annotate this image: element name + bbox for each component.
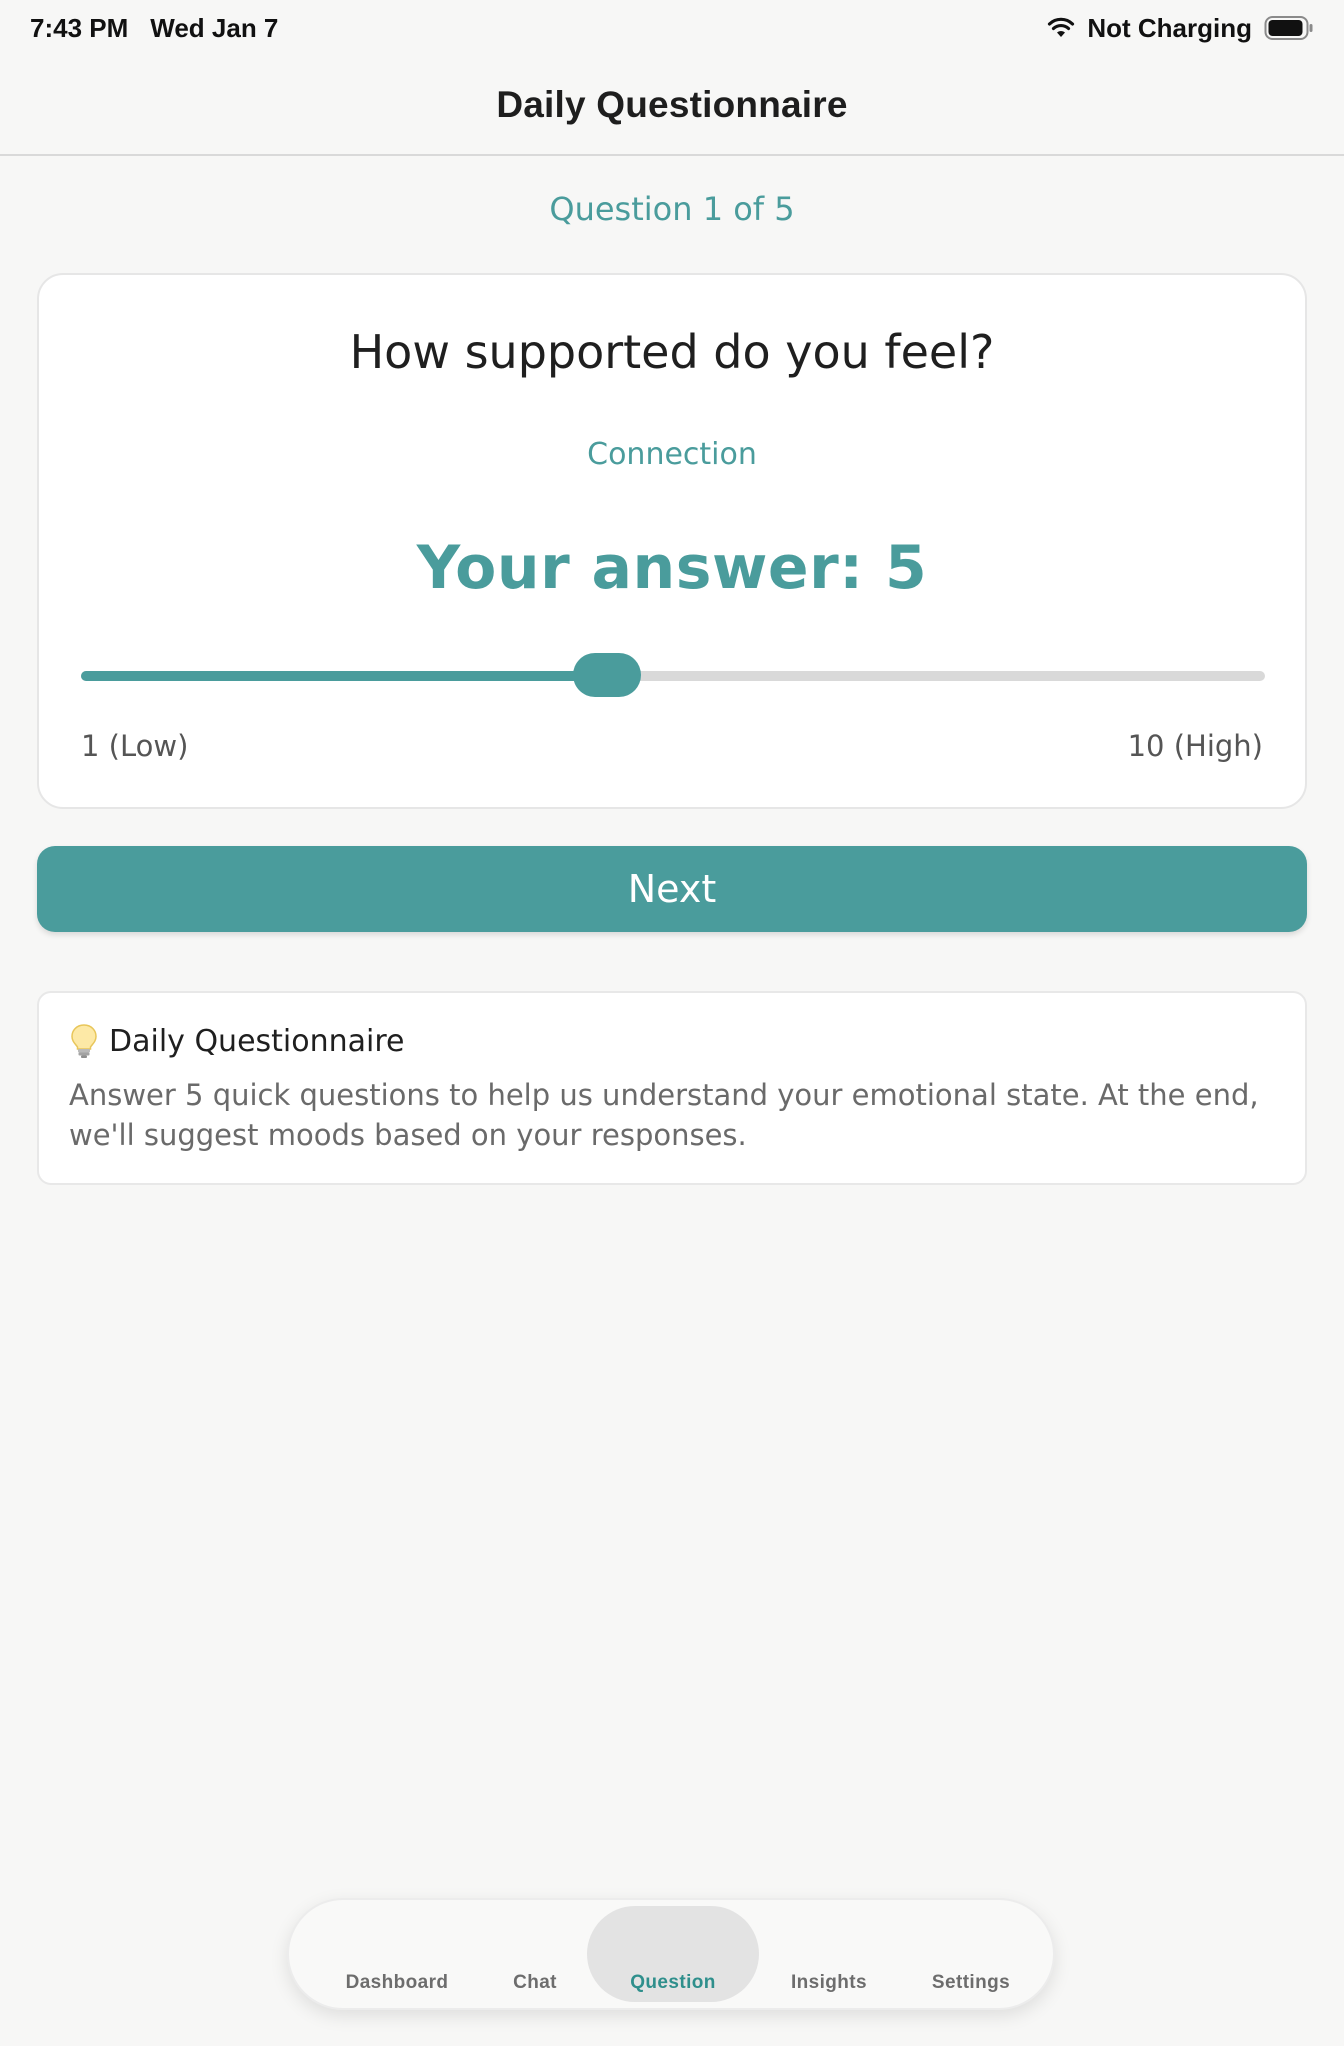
question-category: Connection: [587, 437, 757, 472]
tab-dashboard[interactable]: Dashboard: [309, 1900, 485, 2012]
wifi-icon: [1047, 17, 1075, 39]
bottom-tab-bar: Dashboard Chat Question Insights Setting…: [287, 1898, 1055, 2010]
tab-insights[interactable]: Insights: [759, 1900, 899, 2012]
slider-fill: [81, 671, 608, 681]
next-button[interactable]: Next: [37, 846, 1307, 932]
question-progress: Question 1 of 5: [549, 190, 795, 228]
info-title: Daily Questionnaire: [109, 1023, 405, 1059]
status-bar: 7:43 PM Wed Jan 7 Not Charging: [0, 0, 1344, 56]
slider-thumb[interactable]: [573, 653, 642, 697]
info-description: Answer 5 quick questions to help us unde…: [69, 1078, 1259, 1152]
tab-settings[interactable]: Settings: [899, 1900, 1043, 2012]
nav-header: Daily Questionnaire: [0, 56, 1344, 156]
status-time: 7:43 PM: [30, 12, 129, 43]
info-card: Daily Questionnaire Answer 5 quick quest…: [37, 991, 1307, 1185]
page-title: Daily Questionnaire: [496, 84, 848, 125]
charging-status: Not Charging: [1087, 12, 1252, 43]
answer-value: Your answer: 5: [416, 533, 928, 603]
app-screen: 7:43 PM Wed Jan 7 Not Charging Daily Que…: [0, 0, 1344, 2046]
question-title: How supported do you feel?: [349, 325, 995, 379]
question-card: How supported do you feel? Connection Yo…: [37, 273, 1307, 809]
lightbulb-icon: [69, 1023, 99, 1059]
battery-icon: [1264, 15, 1314, 41]
status-right: Not Charging: [1047, 13, 1314, 44]
tab-question[interactable]: Question: [587, 1900, 759, 2012]
tab-chat[interactable]: Chat: [485, 1900, 585, 2012]
slider-min-label: 1 (Low): [81, 729, 189, 763]
info-header: Daily Questionnaire: [69, 1023, 1275, 1059]
answer-slider[interactable]: [81, 653, 1265, 699]
slider-max-label: 10 (High): [1127, 729, 1263, 763]
status-date: Wed Jan 7: [150, 12, 279, 43]
status-left: 7:43 PM Wed Jan 7: [30, 13, 278, 44]
